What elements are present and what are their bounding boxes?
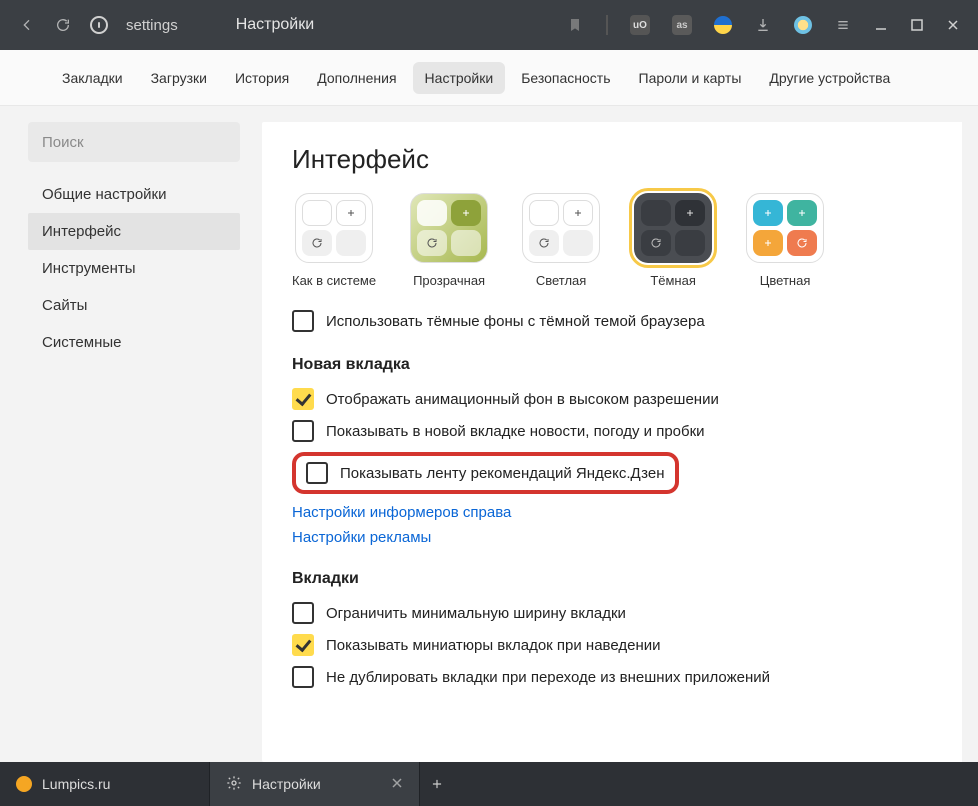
link-ads[interactable]: Настройки рекламы	[292, 529, 938, 546]
scrollbar-track[interactable]	[962, 106, 978, 762]
browser-tab-lumpics[interactable]: Lumpics.ru	[0, 762, 210, 806]
back-icon[interactable]	[18, 16, 36, 34]
extension-icon[interactable]	[714, 16, 732, 34]
settings-nav: Закладки Загрузки История Дополнения Нас…	[0, 50, 978, 106]
theme-label: Светлая	[536, 273, 586, 288]
checkbox[interactable]	[292, 388, 314, 410]
option-label: Отображать анимационный фон в высоком ра…	[326, 391, 719, 408]
ublock-icon[interactable]: uO	[630, 15, 650, 35]
checkbox[interactable]	[292, 420, 314, 442]
browser-tab-settings[interactable]: Настройки	[210, 762, 420, 806]
option-no-dup-tabs[interactable]: Не дублировать вкладки при переходе из в…	[292, 666, 938, 688]
option-label: Показывать ленту рекомендаций Яндекс.Дзе…	[340, 465, 665, 482]
sidebar-list: Общие настройки Интерфейс Инструменты Са…	[28, 176, 240, 361]
titlebar-left: settings	[8, 16, 178, 34]
nav-tab-history[interactable]: История	[223, 62, 301, 94]
sidebar-item-system[interactable]: Системные	[28, 324, 240, 361]
option-label: Ограничить минимальную ширину вкладки	[326, 605, 626, 622]
favicon-icon	[16, 776, 32, 792]
nav-tab-passwords[interactable]: Пароли и карты	[627, 62, 754, 94]
option-label: Не дублировать вкладки при переходе из в…	[326, 669, 770, 686]
checkbox[interactable]	[292, 602, 314, 624]
nav-tab-devices[interactable]: Другие устройства	[757, 62, 902, 94]
checkbox[interactable]	[306, 462, 328, 484]
bookmark-icon[interactable]	[566, 16, 584, 34]
sidebar-item-interface[interactable]: Интерфейс	[28, 213, 240, 250]
theme-transparent[interactable]: Прозрачная	[410, 193, 488, 288]
nav-tab-addons[interactable]: Дополнения	[305, 62, 408, 94]
search-placeholder: Поиск	[42, 134, 84, 151]
theme-label: Прозрачная	[413, 273, 485, 288]
weather-icon[interactable]	[794, 16, 812, 34]
option-min-tab-width[interactable]: Ограничить минимальную ширину вкладки	[292, 602, 938, 624]
option-label: Использовать тёмные фоны с тёмной темой …	[326, 313, 705, 330]
menu-icon[interactable]	[834, 16, 852, 34]
theme-dark[interactable]: Тёмная	[634, 193, 712, 288]
window-titlebar: settings Настройки uO as	[0, 0, 978, 50]
gear-icon	[226, 775, 242, 794]
option-tab-thumbnails[interactable]: Показывать миниатюры вкладок при наведен…	[292, 634, 938, 656]
nav-tab-bookmarks[interactable]: Закладки	[50, 62, 135, 94]
theme-label: Как в системе	[292, 273, 376, 288]
settings-search[interactable]: Поиск	[28, 122, 240, 162]
tab-title: Lumpics.ru	[42, 776, 110, 792]
sidebar-item-tools[interactable]: Инструменты	[28, 250, 240, 287]
settings-sidebar: Поиск Общие настройки Интерфейс Инструме…	[28, 122, 240, 762]
minimize-button[interactable]	[874, 18, 888, 32]
option-label: Показывать миниатюры вкладок при наведен…	[326, 637, 661, 654]
tab-title: Настройки	[252, 776, 321, 792]
highlighted-option: Показывать ленту рекомендаций Яндекс.Дзе…	[292, 452, 679, 494]
close-tab-icon[interactable]	[391, 776, 403, 792]
theme-picker: Как в системе Прозрачная Светлая	[292, 193, 938, 288]
content-heading: Интерфейс	[292, 144, 938, 175]
reload-icon[interactable]	[54, 16, 72, 34]
nav-tab-downloads[interactable]: Загрузки	[139, 62, 219, 94]
nav-tab-settings[interactable]: Настройки	[413, 62, 506, 94]
content-panel: Интерфейс Как в системе Прозрачная	[262, 122, 966, 762]
nav-tab-security[interactable]: Безопасность	[509, 62, 622, 94]
option-show-news[interactable]: Показывать в новой вкладке новости, пого…	[292, 420, 938, 442]
option-animated-bg[interactable]: Отображать анимационный фон в высоком ра…	[292, 388, 938, 410]
main-area: Поиск Общие настройки Интерфейс Инструме…	[0, 106, 978, 762]
titlebar-right: uO as	[566, 15, 970, 35]
theme-label: Цветная	[760, 273, 811, 288]
close-button[interactable]	[946, 18, 960, 32]
checkbox[interactable]	[292, 666, 314, 688]
page-title: Настройки	[236, 16, 314, 34]
checkbox[interactable]	[292, 310, 314, 332]
section-heading-tabs: Вкладки	[292, 570, 938, 588]
sidebar-item-general[interactable]: Общие настройки	[28, 176, 240, 213]
theme-system[interactable]: Как в системе	[292, 193, 376, 288]
section-heading-newtab: Новая вкладка	[292, 356, 938, 374]
address-text[interactable]: settings	[126, 17, 178, 34]
lastfm-icon[interactable]: as	[672, 15, 692, 35]
sidebar-item-sites[interactable]: Сайты	[28, 287, 240, 324]
browser-tabbar: Lumpics.ru Настройки	[0, 762, 978, 806]
downloads-icon[interactable]	[754, 16, 772, 34]
theme-label: Тёмная	[650, 273, 696, 288]
divider	[606, 15, 608, 35]
option-dark-backgrounds[interactable]: Использовать тёмные фоны с тёмной темой …	[292, 310, 938, 332]
yandex-logo-icon	[90, 16, 108, 34]
maximize-button[interactable]	[910, 18, 924, 32]
new-tab-button[interactable]	[420, 762, 454, 806]
link-informers[interactable]: Настройки информеров справа	[292, 504, 938, 521]
option-label: Показывать в новой вкладке новости, пого…	[326, 423, 705, 440]
theme-color[interactable]: Цветная	[746, 193, 824, 288]
checkbox[interactable]	[292, 634, 314, 656]
theme-light[interactable]: Светлая	[522, 193, 600, 288]
